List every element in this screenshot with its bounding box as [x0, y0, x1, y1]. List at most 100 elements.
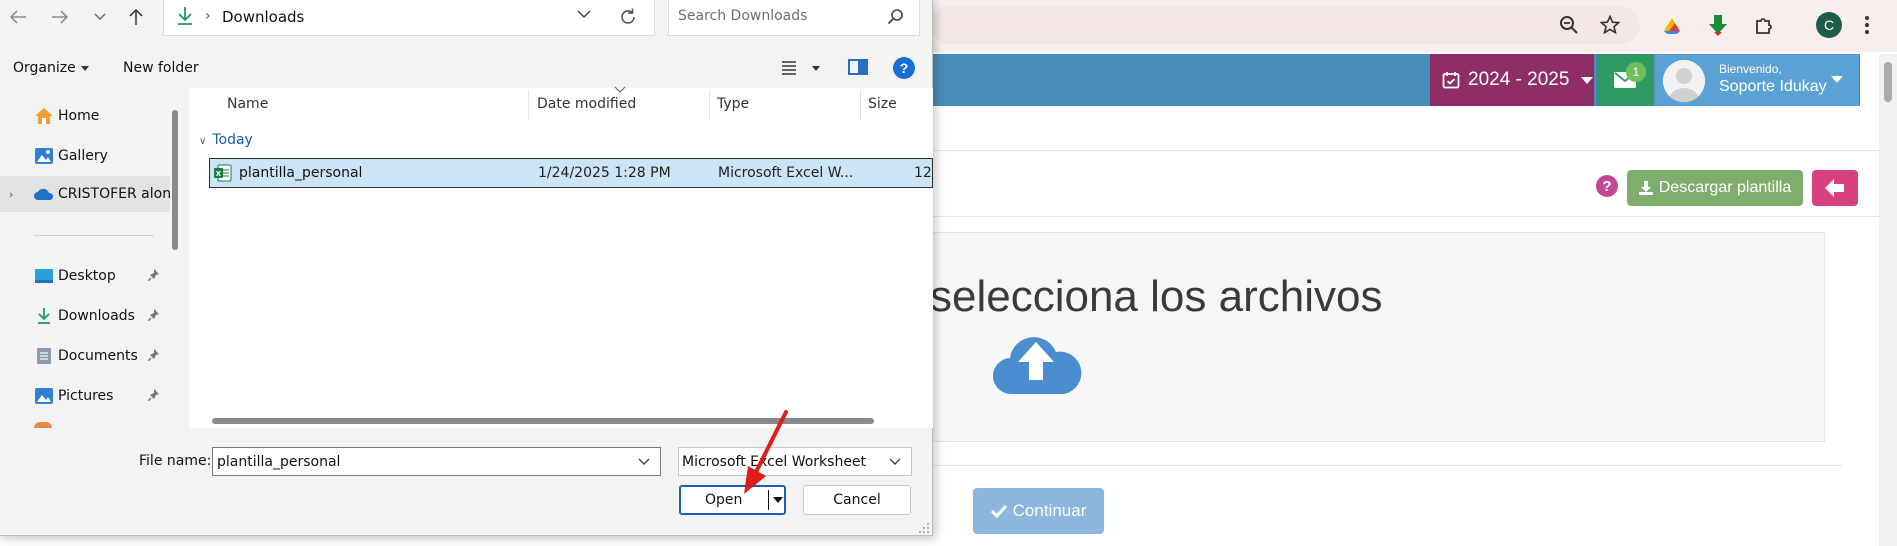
menu-dots-icon[interactable]: [1862, 12, 1872, 38]
nav-item-home[interactable]: Home: [0, 98, 170, 134]
nav-divider: [34, 235, 154, 236]
preview-pane-icon[interactable]: [848, 59, 868, 75]
nav-item-label: Documents: [58, 348, 138, 364]
downloads-icon: [38, 308, 50, 324]
column-header-date[interactable]: Date modified: [537, 96, 636, 112]
file-name-label: File name:: [139, 453, 212, 469]
group-label: Today: [212, 132, 253, 148]
desktop-icon: [35, 269, 53, 283]
file-date: 1/24/2025 1:28 PM: [538, 165, 671, 181]
file-open-dialog: › Downloads Search Downloads Organize Ne…: [0, 0, 933, 536]
nav-item-desktop[interactable]: Desktop: [0, 258, 170, 294]
check-icon: [990, 504, 1007, 518]
column-separator[interactable]: [528, 90, 529, 120]
gallery-icon: [35, 148, 53, 164]
sort-chevron-icon: [614, 86, 626, 93]
messages-count-badge: 1: [1626, 62, 1646, 82]
address-bar[interactable]: [930, 6, 1640, 44]
download-arrow-icon[interactable]: [1705, 12, 1731, 38]
continue-button[interactable]: Continuar: [973, 488, 1104, 534]
search-input[interactable]: Search Downloads: [668, 0, 920, 36]
calendar-check-icon: [1442, 72, 1460, 89]
puzzle-icon[interactable]: [1750, 12, 1776, 38]
address-bar[interactable]: › Downloads: [163, 0, 655, 36]
user-menu-button[interactable]: Bienvenido, Soporte Idukay: [1655, 54, 1859, 106]
nav-item-documents[interactable]: Documents: [0, 338, 170, 374]
cloud-upload-icon[interactable]: [992, 328, 1082, 396]
file-row[interactable]: X plantilla_personal 1/24/2025 1:28 PM M…: [209, 158, 933, 188]
nav-pane-scrollbar[interactable]: [172, 110, 178, 250]
extension-color-icon[interactable]: [1659, 12, 1685, 38]
back-button[interactable]: [1812, 170, 1858, 206]
navigation-pane: Home Gallery › CRISTOFER alon Desktop Do…: [0, 88, 180, 428]
star-icon[interactable]: [1597, 12, 1623, 38]
download-template-button[interactable]: Descargar plantilla: [1627, 170, 1803, 206]
pin-icon[interactable]: [148, 389, 160, 401]
chevron-down-icon[interactable]: [638, 458, 650, 466]
user-name-text: Soporte Idukay: [1719, 78, 1827, 95]
expand-chevron-icon[interactable]: ›: [9, 188, 13, 201]
resize-grip-icon[interactable]: [918, 522, 930, 534]
nav-item-label: Home: [58, 108, 100, 124]
column-header-name[interactable]: Name: [227, 96, 268, 112]
search-icon: [887, 9, 903, 25]
chevron-down-icon[interactable]: [577, 10, 591, 19]
recent-locations-chevron-icon[interactable]: [86, 4, 114, 30]
onedrive-cloud-icon: [34, 188, 54, 200]
forward-arrow-icon[interactable]: [46, 4, 74, 30]
column-separator[interactable]: [860, 90, 861, 120]
cancel-button[interactable]: Cancel: [803, 485, 911, 515]
new-folder-button[interactable]: New folder: [123, 60, 199, 76]
view-options-icon[interactable]: [781, 58, 797, 76]
nav-item-gallery[interactable]: Gallery: [0, 138, 170, 174]
pin-icon[interactable]: [148, 349, 160, 361]
partial-nav-icon: [34, 422, 52, 428]
continue-label: Continuar: [1012, 501, 1087, 520]
group-header-today[interactable]: ∨ Today: [199, 132, 253, 148]
file-type: Microsoft Excel W...: [718, 165, 854, 181]
nav-item-downloads[interactable]: Downloads: [0, 298, 170, 334]
open-label: Open: [705, 492, 743, 508]
download-icon: [1638, 181, 1653, 195]
caret-down-icon[interactable]: [812, 66, 820, 71]
up-arrow-icon[interactable]: [122, 4, 150, 30]
column-header-type[interactable]: Type: [717, 96, 749, 112]
file-size: 12: [914, 165, 932, 181]
chevron-down-icon: [889, 458, 901, 465]
file-name: plantilla_personal: [239, 165, 363, 181]
divider: [930, 216, 1880, 217]
help-icon[interactable]: ?: [893, 57, 915, 79]
help-icon[interactable]: ?: [1596, 175, 1618, 197]
page-scrollbar[interactable]: [1879, 54, 1897, 546]
caret-down-icon: [1581, 76, 1594, 84]
nav-item-onedrive[interactable]: › CRISTOFER alon: [0, 176, 170, 212]
caret-down-icon: [80, 65, 89, 71]
divider: [930, 150, 1880, 151]
search-placeholder: Search Downloads: [678, 8, 808, 24]
nav-item-pictures[interactable]: Pictures: [0, 378, 170, 414]
excel-file-icon: X: [214, 164, 232, 182]
profile-letter: C: [1823, 17, 1835, 33]
organize-label: Organize: [13, 60, 76, 76]
downloads-icon: [178, 7, 192, 25]
nav-item-label: Desktop: [58, 268, 116, 284]
file-name-value: plantilla_personal: [217, 454, 341, 470]
download-template-label: Descargar plantilla: [1658, 179, 1792, 196]
back-arrow-icon[interactable]: [4, 4, 32, 30]
pin-icon[interactable]: [148, 309, 160, 321]
file-name-input[interactable]: plantilla_personal: [212, 447, 661, 476]
messages-button[interactable]: [1597, 54, 1653, 106]
school-year-selector[interactable]: 2024 - 2025: [1430, 54, 1594, 106]
organize-button[interactable]: Organize: [13, 60, 89, 76]
profile-avatar[interactable]: C: [1816, 12, 1842, 38]
home-icon: [35, 108, 53, 124]
nav-item-label: Pictures: [58, 388, 114, 404]
column-separator[interactable]: [709, 90, 710, 120]
column-header-size[interactable]: Size: [868, 96, 897, 112]
new-folder-label: New folder: [123, 60, 199, 76]
pin-icon[interactable]: [148, 269, 160, 281]
breadcrumb-downloads[interactable]: Downloads: [222, 8, 304, 26]
svg-text:X: X: [216, 170, 222, 178]
refresh-icon[interactable]: [618, 7, 638, 27]
zoom-icon[interactable]: [1556, 12, 1582, 38]
